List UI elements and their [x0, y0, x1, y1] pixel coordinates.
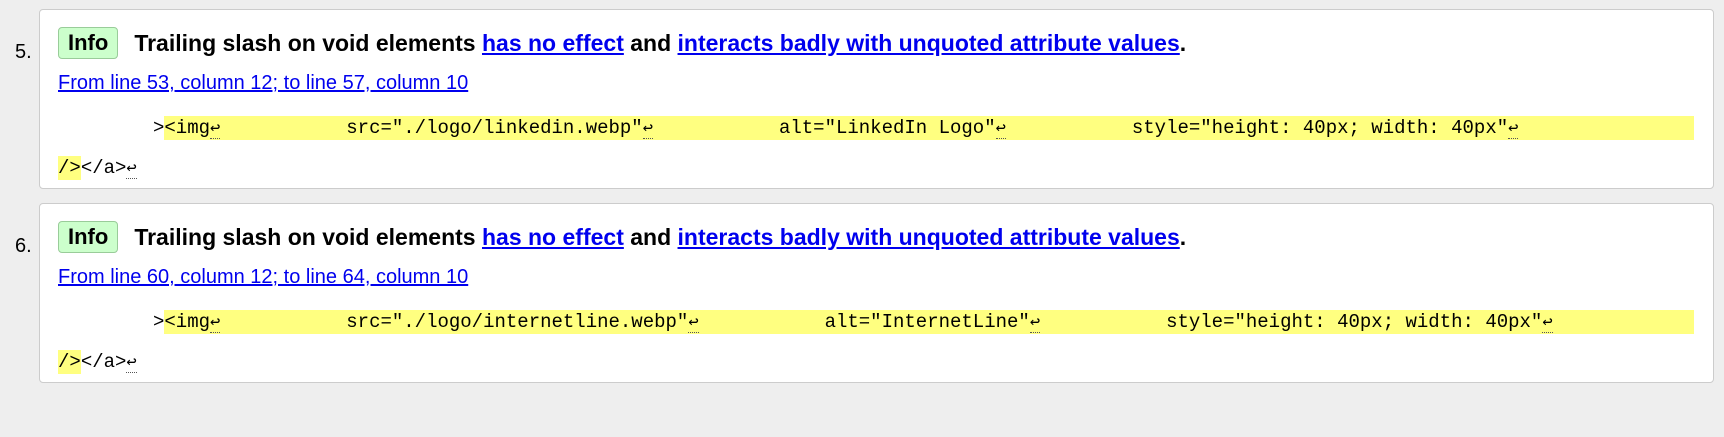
message-title: Trailing slash on void elements has no e… — [134, 224, 1186, 251]
return-icon: ↩ — [210, 314, 221, 333]
code-style: style="height: 40px; width: 40px" — [1166, 311, 1543, 333]
code-highlight: <img↩ src="./logo/internetline.webp"↩ alt=… — [164, 310, 1695, 334]
code-style: style="height: 40px; width: 40px" — [1131, 117, 1509, 139]
message-text: . — [1179, 29, 1187, 56]
return-icon: ↩ — [995, 120, 1006, 139]
code-prefix: > — [153, 311, 165, 333]
message-text: Trailing slash on void elements — [134, 223, 476, 250]
message-title: Trailing slash on void elements has no e… — [134, 30, 1186, 57]
code-tail: </a> — [80, 157, 127, 179]
message-text: and — [630, 223, 672, 250]
code-alt: alt="LinkedIn Logo" — [778, 117, 996, 139]
return-icon: ↩ — [1542, 314, 1553, 333]
info-badge: Info — [58, 221, 119, 253]
validator-message: 6. Info Trailing slash on void elements … — [15, 203, 1714, 383]
code-tag: <img — [164, 117, 211, 139]
code-tail: </a> — [80, 351, 127, 373]
message-text: Trailing slash on void elements — [134, 29, 476, 56]
message-number: 6. — [15, 235, 32, 257]
message-header: Info Trailing slash on void elements has… — [58, 221, 1186, 253]
code-extract: ><img↩ src="./logo/internetline.webp"↩ alt… — [58, 302, 1695, 382]
return-icon: ↩ — [126, 160, 137, 179]
return-icon: ↩ — [688, 314, 699, 333]
code-tag: <img — [164, 311, 211, 333]
source-location-link[interactable]: From line 60, column 12; to line 64, col… — [58, 266, 468, 289]
code-src: src="./logo/internetline.webp" — [346, 311, 689, 333]
return-icon: ↩ — [1029, 314, 1041, 333]
message-text: and — [630, 29, 672, 56]
code-highlight: /> — [58, 156, 81, 180]
message-text: . — [1179, 223, 1187, 250]
unquoted-attributes-link[interactable]: interacts badly with unquoted attribute … — [678, 30, 1180, 56]
return-icon: ↩ — [1508, 120, 1519, 139]
code-prefix: > — [153, 117, 165, 139]
message-header: Info Trailing slash on void elements has… — [58, 27, 1186, 59]
code-highlight: <img↩ src="./logo/linkedin.webp"↩ alt="Lin… — [164, 116, 1695, 140]
return-icon: ↩ — [642, 120, 653, 139]
return-icon: ↩ — [126, 354, 137, 373]
code-highlight: /> — [58, 350, 81, 374]
code-alt: alt="InternetLine" — [824, 311, 1030, 333]
info-badge: Info — [58, 27, 119, 59]
unquoted-attributes-link[interactable]: interacts badly with unquoted attribute … — [678, 224, 1180, 250]
return-icon: ↩ — [210, 120, 221, 139]
message-number: 5. — [15, 41, 32, 63]
validator-message: 5. Info Trailing slash on void elements … — [15, 9, 1714, 189]
code-src: src="./logo/linkedin.webp" — [346, 117, 643, 139]
code-extract: ><img↩ src="./logo/linkedin.webp"↩ alt="Li… — [58, 108, 1695, 188]
has-no-effect-link[interactable]: has no effect — [482, 30, 624, 56]
has-no-effect-link[interactable]: has no effect — [482, 224, 624, 250]
source-location-link[interactable]: From line 53, column 12; to line 57, col… — [58, 72, 468, 95]
